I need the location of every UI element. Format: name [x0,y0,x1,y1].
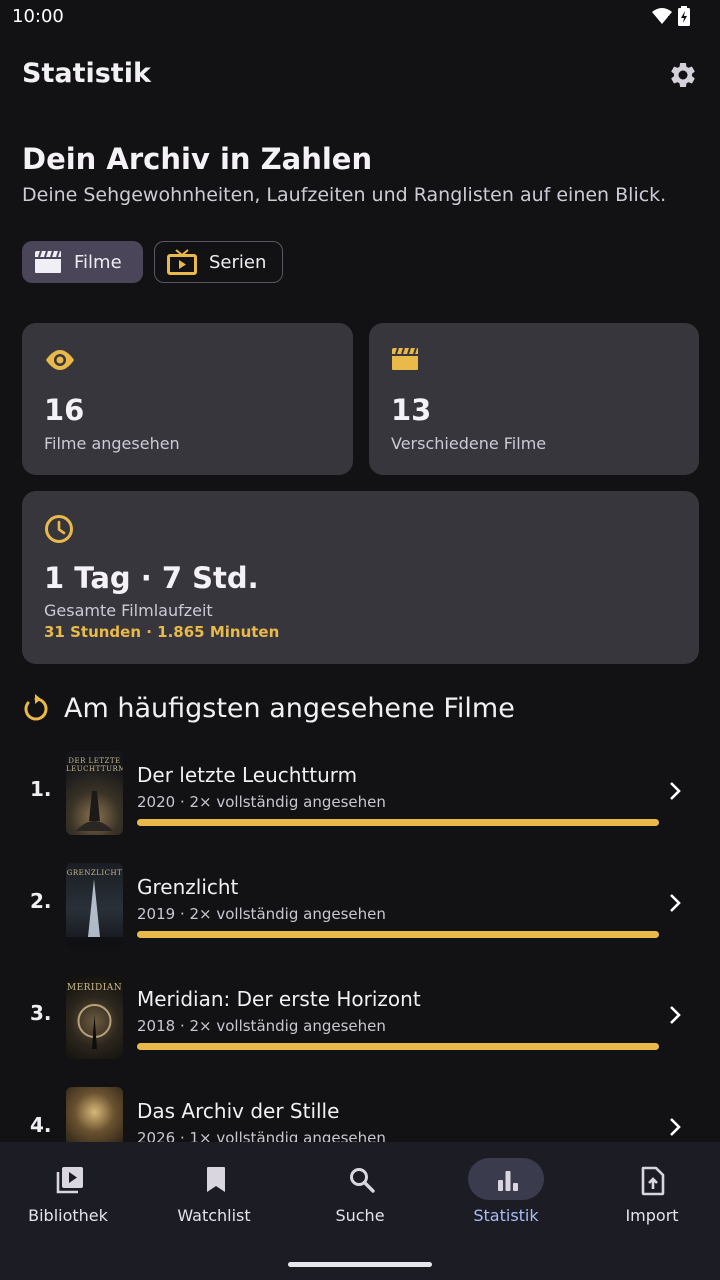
wifi-icon [652,8,672,24]
film-meta: 2018 · 2× vollständig angesehen [137,1017,386,1035]
runtime-label: Gesamte Filmlaufzeit [44,601,213,620]
film-title: Der letzte Leuchtturm [137,763,358,787]
filter-chip-series-label: Serien [209,251,267,273]
poster-image: MERIDIAN [66,975,123,1059]
rank-number: 1. [30,777,52,801]
video-library-icon [56,1167,83,1194]
stat-card-runtime: 1 Tag · 7 Std. Gesamte Filmlaufzeit 31 S… [22,491,699,664]
section-header: Am häufigsten angesehene Filme [22,693,515,724]
watch-progress-fill [137,931,659,938]
hero-title: Dein Archiv in Zahlen [22,142,373,176]
list-item[interactable]: 1. DER LETZTE LEUCHTTURM Der letzte Leuc… [0,745,720,857]
status-time: 10:00 [12,6,64,27]
filter-chip-films-label: Filme [74,251,122,273]
filter-chip-films[interactable]: Filme [22,241,143,283]
watched-label: Filme angesehen [44,434,180,453]
chevron-right-icon [670,894,681,912]
clapperboard-icon [35,250,61,273]
film-title: Meridian: Der erste Horizont [137,987,421,1011]
nav-label-library: Bibliothek [28,1206,108,1225]
file-upload-icon [641,1166,665,1196]
nav-item-watchlist[interactable]: Watchlist [142,1142,286,1252]
watch-progress-bar [137,931,659,938]
bookmark-icon [207,1167,225,1192]
light-beam-art [66,879,123,947]
nav-item-import[interactable]: Import [580,1142,720,1252]
app-bar: Statistik [0,40,720,110]
distinct-label: Verschiedene Filme [391,434,547,453]
list-item[interactable]: 2. GRENZLICHT Grenzlicht 2019 · 2× volls… [0,857,720,969]
film-meta: 2020 · 2× vollständig angesehen [137,793,386,811]
bar-chart-icon [498,1171,518,1191]
nav-item-stats[interactable]: Statistik [434,1142,578,1252]
distinct-count: 13 [391,393,432,427]
watch-progress-bar [137,1043,659,1050]
rank-number: 3. [30,1001,52,1025]
watch-progress-fill [137,819,659,826]
rank-number: 4. [30,1113,52,1137]
gear-icon [671,62,695,87]
film-title: Das Archiv der Stille [137,1099,340,1123]
chevron-right-icon [670,782,681,800]
nav-label-search: Suche [335,1206,385,1225]
film-meta: 2019 · 2× vollständig angesehen [137,905,386,923]
chevron-right-icon [670,1118,681,1136]
poster-image: GRENZLICHT [66,863,123,947]
tv-icon [167,249,197,275]
watch-progress-fill [137,1043,659,1050]
list-item[interactable]: 3. MERIDIAN Meridian: Der erste Horizont… [0,969,720,1081]
chevron-right-icon [670,1006,681,1024]
battery-icon [678,6,690,26]
search-icon [350,1168,375,1193]
film-meta: 2026 · 1× vollständig angesehen [137,1129,386,1142]
home-indicator [288,1262,432,1267]
page-title: Statistik [22,58,151,89]
eye-icon [46,350,74,370]
nav-label-stats: Statistik [473,1206,539,1225]
nav-label-watchlist: Watchlist [177,1206,251,1225]
filter-chip-series[interactable]: Serien [154,241,283,283]
section-title: Am häufigsten angesehene Filme [64,693,515,724]
top-films-list: 1. DER LETZTE LEUCHTTURM Der letzte Leuc… [0,745,720,1142]
status-bar: 10:00 [0,0,720,34]
stat-card-watched: 16 Filme angesehen [22,323,353,475]
hero-subtitle: Deine Sehgewohnheiten, Laufzeiten und Ra… [22,184,667,206]
watched-count: 16 [44,393,85,427]
list-item[interactable]: 4. Das Archiv der Stille 2026 · 1× volls… [0,1081,720,1142]
settings-button[interactable] [668,60,698,90]
nav-item-library[interactable]: Bibliothek [0,1142,140,1252]
lighthouse-art [76,791,113,831]
clapperboard-icon [392,347,418,370]
clock-icon [45,515,73,543]
nav-label-import: Import [625,1206,679,1225]
rank-number: 2. [30,889,52,913]
status-icons [652,6,690,26]
watch-progress-bar [137,819,659,826]
poster-image: DER LETZTE LEUCHTTURM [66,751,123,835]
stat-card-distinct: 13 Verschiedene Filme [369,323,699,475]
runtime-value: 1 Tag · 7 Std. [44,561,259,595]
bottom-navigation: Bibliothek Watchlist Suche Statistik Imp… [0,1142,720,1280]
runtime-detail: 31 Stunden · 1.865 Minuten [44,623,280,641]
replay-icon [24,693,48,720]
nav-item-search[interactable]: Suche [288,1142,432,1252]
poster-image [66,1087,123,1142]
ring-art [77,1004,112,1049]
film-title: Grenzlicht [137,875,239,899]
